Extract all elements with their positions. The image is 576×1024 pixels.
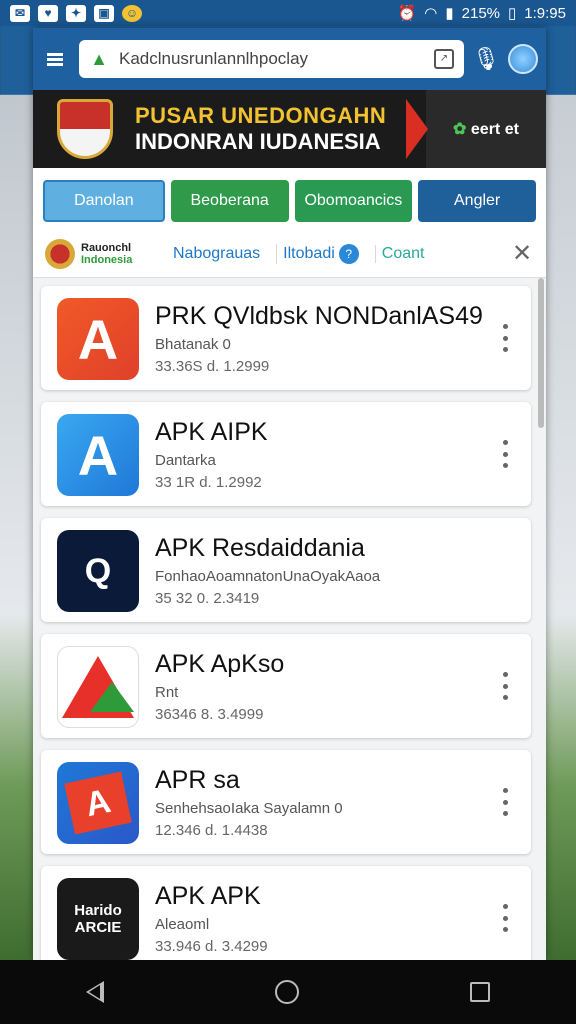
- subnav-link-2[interactable]: Iltobadi?: [276, 243, 365, 264]
- status-right: ⏰ ◠ ▮ 215% ▯ 1:9:95: [397, 4, 566, 23]
- back-icon[interactable]: [85, 981, 104, 1003]
- more-options-icon[interactable]: [501, 904, 509, 932]
- list-item[interactable]: A APK AIPK Dantarka 33 1R d. 1.2992: [41, 402, 531, 506]
- overlay-panel: ▲ Kadclnusrunlannlhpoclay ↗ 🎙 PUSAR UNED…: [33, 28, 546, 960]
- info-badge-icon: ?: [338, 243, 359, 264]
- app-icon: A: [57, 762, 139, 844]
- battery-icon: ▯: [508, 5, 517, 22]
- photo-icon: ▣: [94, 4, 114, 22]
- app-icon: A: [57, 298, 139, 380]
- tabs-icon[interactable]: ↗: [434, 49, 454, 69]
- wifi-icon: ◠: [424, 5, 438, 22]
- category-button-3[interactable]: Obomoancics: [294, 180, 413, 222]
- background-left-edge: [0, 95, 34, 960]
- banner-title-1: PUSAR UNEDONGAHN: [135, 103, 387, 128]
- background-right-edge: [546, 95, 576, 960]
- ad-banner[interactable]: PUSAR UNEDONGAHN INDONRAN IUDANESIA ✿ ee…: [33, 90, 546, 168]
- app-subtitle: Rnt: [155, 684, 179, 701]
- app-title: APK Resdaiddania: [155, 534, 365, 562]
- recent-apps-icon[interactable]: [470, 982, 491, 1002]
- more-options-icon[interactable]: [501, 324, 509, 352]
- category-buttons: Danolan Beoberana Obomoancics Angler: [33, 168, 546, 230]
- app-meta: 33.36S d. 1.2999: [155, 358, 270, 375]
- twitter-icon: ♥: [38, 4, 58, 22]
- app-title: APR sa: [155, 766, 240, 794]
- list-item[interactable]: Q APK Resdaiddania FonhaoAoamnatonUnaOya…: [41, 518, 531, 622]
- signal-icon: ▮: [445, 5, 454, 22]
- home-icon[interactable]: [274, 980, 299, 1004]
- status-bar: ✉ ♥ ✦ ▣ ☺ ⏰ ◠ ▮ 215% ▯ 1:9:95: [0, 0, 576, 26]
- avatar[interactable]: [508, 44, 538, 74]
- emoji-icon: ☺: [122, 4, 142, 22]
- app-subtitle: Bhatanak 0: [155, 336, 231, 353]
- microphone-icon[interactable]: 🎙: [472, 44, 500, 74]
- arrow-icon: [406, 99, 428, 159]
- subnav-link-3[interactable]: Coant: [374, 244, 431, 263]
- url-bar[interactable]: ▲ Kadclnusrunlannlhpoclay ↗: [79, 40, 464, 78]
- app-subtitle: SenhehsaoIaka Sayalamn 0: [155, 800, 343, 817]
- system-nav-bar: [0, 960, 576, 1024]
- subnav-link-1[interactable]: Nabograuas: [167, 245, 266, 263]
- scrollbar[interactable]: [538, 278, 544, 428]
- app-list[interactable]: A PRK QVldbsk NONDanlAS49 Bhatanak 0 33.…: [33, 278, 546, 960]
- app-icon: A: [57, 414, 139, 496]
- game-icon: ✦: [66, 4, 86, 22]
- app-title: APK AIPK: [155, 418, 268, 446]
- app-icon: Q: [57, 530, 139, 612]
- mail-icon: ✉: [10, 4, 30, 22]
- list-item[interactable]: A APR sa SenhehsaoIaka Sayalamn 0 12.346…: [41, 750, 531, 854]
- category-button-1[interactable]: Danolan: [43, 180, 165, 222]
- leaf-icon: ✿: [453, 121, 467, 138]
- app-meta: 36346 8. 3.4999: [155, 706, 264, 723]
- app-title: APK ApKso: [155, 650, 285, 678]
- url-text[interactable]: Kadclnusrunlannlhpoclay: [119, 49, 424, 69]
- brand[interactable]: Rauonchl Indonesia: [45, 238, 157, 269]
- list-item[interactable]: APK ApKso Rnt 36346 8. 3.4999: [41, 634, 531, 738]
- app-subtitle: Aleaoml: [155, 916, 210, 933]
- category-button-4[interactable]: Angler: [418, 180, 536, 222]
- brand-text: Rauonchl Indonesia: [81, 241, 133, 266]
- battery-text: 215%: [461, 4, 501, 22]
- app-meta: 12.346 d. 1.4438: [155, 822, 268, 839]
- app-title: APK APK: [155, 882, 261, 910]
- more-options-icon[interactable]: [501, 440, 509, 468]
- app-icon: [57, 646, 139, 728]
- category-button-2[interactable]: Beoberana: [170, 180, 289, 222]
- app-icon: Harido ARCIE: [57, 878, 139, 960]
- list-item[interactable]: Harido ARCIE APK APK Aleaoml 33.946 d. 3…: [41, 866, 531, 960]
- app-meta: 33.946 d. 3.4299: [155, 938, 268, 955]
- browser-toolbar: ▲ Kadclnusrunlannlhpoclay ↗ 🎙: [33, 28, 546, 90]
- app-subtitle: FonhaoAoamnatonUnaOyakAaoa: [155, 568, 381, 585]
- banner-cta[interactable]: ✿ eert et: [438, 119, 534, 139]
- banner-text: PUSAR UNEDONGAHN INDONRAN IUDANESIA: [135, 103, 396, 155]
- app-meta: 33 1R d. 1.2992: [155, 474, 262, 491]
- banner-title-2: INDONRAN IUDANESIA: [135, 129, 381, 154]
- list-item[interactable]: A PRK QVldbsk NONDanlAS49 Bhatanak 0 33.…: [41, 286, 531, 390]
- notification-icons: ✉ ♥ ✦ ▣ ☺: [10, 4, 142, 22]
- secure-lock-icon: ▲: [90, 49, 108, 69]
- emblem-logo: [45, 95, 125, 163]
- app-subtitle: Dantarka: [155, 452, 216, 469]
- menu-icon[interactable]: [41, 45, 69, 73]
- brand-logo-icon: [45, 238, 75, 269]
- more-options-icon[interactable]: [501, 672, 509, 700]
- app-title: PRK QVldbsk NONDanlAS49: [155, 302, 483, 330]
- clock: 1:9:95: [524, 4, 566, 22]
- more-options-icon[interactable]: [501, 788, 509, 816]
- app-meta: 35 32 0. 2.3419: [155, 590, 260, 607]
- alarm-icon: ⏰: [397, 5, 417, 22]
- sub-navigation: Rauonchl Indonesia Nabograuas Iltobadi? …: [33, 230, 546, 278]
- close-icon[interactable]: ✕: [510, 239, 534, 268]
